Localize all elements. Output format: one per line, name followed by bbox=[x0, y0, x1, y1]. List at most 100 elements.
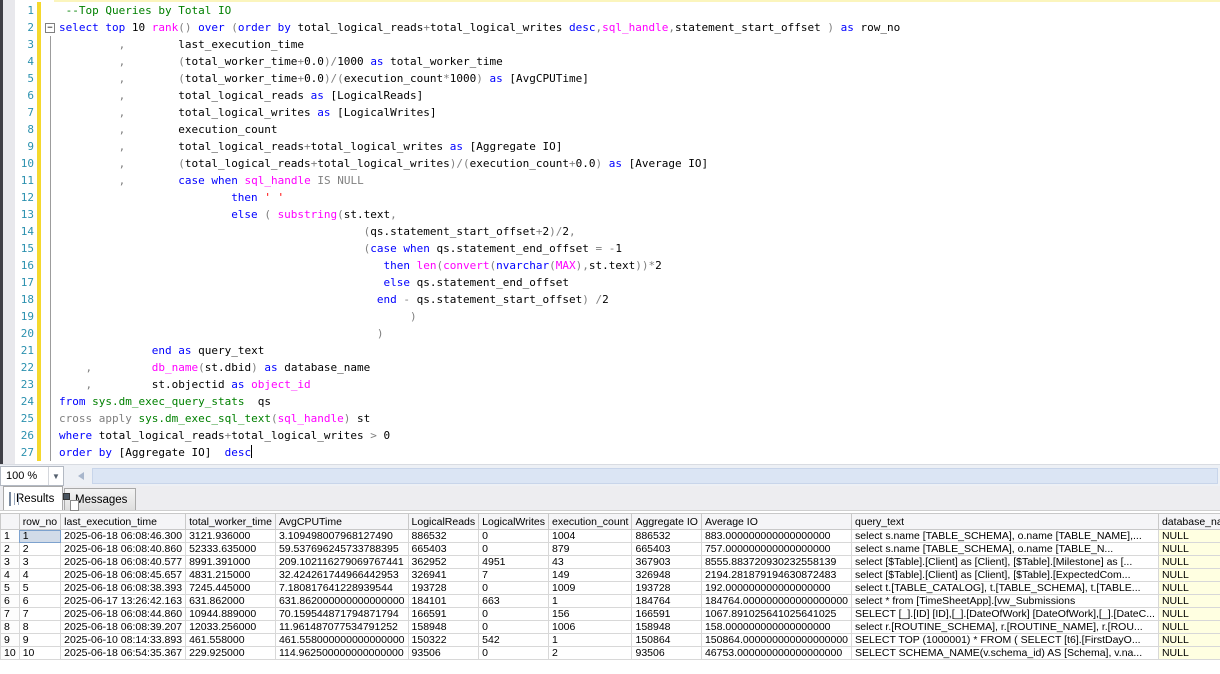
grid-cell[interactable]: 70.159544871794871794 bbox=[275, 608, 408, 621]
row-selector[interactable]: 5 bbox=[1, 582, 20, 595]
grid-cell[interactable]: 166591 bbox=[632, 608, 701, 621]
grid-cell[interactable]: 12033.256000 bbox=[186, 621, 276, 634]
grid-cell[interactable]: NULL bbox=[1158, 634, 1220, 647]
grid-cell[interactable]: 0 bbox=[479, 543, 549, 556]
grid-cell[interactable]: 166591 bbox=[408, 608, 479, 621]
grid-cell[interactable]: NULL bbox=[1158, 530, 1220, 543]
grid-cell[interactable]: 2 bbox=[19, 543, 60, 556]
grid-cell[interactable]: 4951 bbox=[479, 556, 549, 569]
grid-cell[interactable]: 879 bbox=[549, 543, 632, 556]
grid-cell[interactable]: 0 bbox=[479, 582, 549, 595]
grid-cell[interactable]: SELECT [_].[ID] [ID],[_].[DateOfWork] [D… bbox=[852, 608, 1159, 621]
tab-messages[interactable]: Messages bbox=[64, 488, 136, 510]
grid-cell[interactable]: 184764 bbox=[632, 595, 701, 608]
code-line[interactable]: 11 , case when sql_handle IS NULL bbox=[15, 172, 1220, 189]
grid-cell[interactable]: 93506 bbox=[408, 647, 479, 660]
line-number[interactable]: 4 bbox=[15, 53, 37, 70]
grid-cell[interactable]: NULL bbox=[1158, 595, 1220, 608]
grid-cell[interactable]: NULL bbox=[1158, 569, 1220, 582]
column-header-AvgCPUTime[interactable]: AvgCPUTime bbox=[275, 514, 408, 530]
code-line[interactable]: 26where total_logical_reads+total_logica… bbox=[15, 427, 1220, 444]
line-number[interactable]: 27 bbox=[15, 444, 37, 461]
grid-cell[interactable]: 542 bbox=[479, 634, 549, 647]
column-header-last_execution_time[interactable]: last_execution_time bbox=[61, 514, 186, 530]
grid-cell[interactable]: NULL bbox=[1158, 647, 1220, 660]
code-line[interactable]: 14 (qs.statement_start_offset+2)/2, bbox=[15, 223, 1220, 240]
line-number[interactable]: 7 bbox=[15, 104, 37, 121]
line-number[interactable]: 20 bbox=[15, 325, 37, 342]
grid-cell[interactable]: 150864 bbox=[632, 634, 701, 647]
grid-cell[interactable]: select * from [TimeSheetApp].[vw_Submiss… bbox=[852, 595, 1159, 608]
grid-cell[interactable]: 665403 bbox=[408, 543, 479, 556]
grid-cell[interactable]: 883.000000000000000000 bbox=[701, 530, 851, 543]
collapse-toggle-icon[interactable]: − bbox=[45, 23, 55, 33]
grid-cell[interactable]: 461.558000 bbox=[186, 634, 276, 647]
code-line[interactable]: 5 , (total_worker_time+0.0)/(execution_c… bbox=[15, 70, 1220, 87]
grid-cell[interactable]: 150864.000000000000000000 bbox=[701, 634, 851, 647]
grid-cell[interactable]: 665403 bbox=[632, 543, 701, 556]
grid-cell[interactable]: 2025-06-18 06:54:35.367 bbox=[61, 647, 186, 660]
code-line[interactable]: 17 else qs.statement_end_offset bbox=[15, 274, 1220, 291]
grid-cell[interactable]: 158948 bbox=[632, 621, 701, 634]
row-selector[interactable]: 2 bbox=[1, 543, 20, 556]
grid-cell[interactable]: 1 bbox=[549, 595, 632, 608]
horizontal-scrollbar-thumb[interactable] bbox=[92, 468, 1218, 484]
results-grid[interactable]: row_nolast_execution_timetotal_worker_ti… bbox=[0, 511, 1220, 674]
grid-cell[interactable]: 158948 bbox=[408, 621, 479, 634]
line-number[interactable]: 18 bbox=[15, 291, 37, 308]
line-number[interactable]: 9 bbox=[15, 138, 37, 155]
code-line[interactable]: 20 ) bbox=[15, 325, 1220, 342]
column-header-total_worker_time[interactable]: total_worker_time bbox=[186, 514, 276, 530]
column-header-Average IO[interactable]: Average IO bbox=[701, 514, 851, 530]
line-number[interactable]: 22 bbox=[15, 359, 37, 376]
grid-cell[interactable]: 2025-06-18 06:08:45.657 bbox=[61, 569, 186, 582]
grid-cell[interactable]: 2025-06-18 06:08:38.393 bbox=[61, 582, 186, 595]
grid-cell[interactable]: 158.000000000000000000 bbox=[701, 621, 851, 634]
code-line[interactable]: 6 , total_logical_reads as [LogicalReads… bbox=[15, 87, 1220, 104]
grid-cell[interactable]: 10 bbox=[19, 647, 60, 660]
code-line[interactable]: 3 , last_execution_time bbox=[15, 36, 1220, 53]
grid-cell[interactable]: 631.862000 bbox=[186, 595, 276, 608]
column-header-Aggregate IO[interactable]: Aggregate IO bbox=[632, 514, 701, 530]
column-header-execution_count[interactable]: execution_count bbox=[549, 514, 632, 530]
code-line[interactable]: 10 , (total_logical_reads+total_logical_… bbox=[15, 155, 1220, 172]
line-number[interactable]: 10 bbox=[15, 155, 37, 172]
grid-cell[interactable]: 7 bbox=[19, 608, 60, 621]
grid-cell[interactable]: select [$Table].[Client] as [Client], [$… bbox=[852, 569, 1159, 582]
code-line[interactable]: 9 , total_logical_reads+total_logical_wr… bbox=[15, 138, 1220, 155]
grid-cell[interactable]: 461.558000000000000000 bbox=[275, 634, 408, 647]
grid-cell[interactable]: 2025-06-18 06:08:44.860 bbox=[61, 608, 186, 621]
grid-cell[interactable]: 0 bbox=[479, 647, 549, 660]
line-number[interactable]: 17 bbox=[15, 274, 37, 291]
code-line[interactable]: 27order by [Aggregate IO] desc bbox=[15, 444, 1220, 461]
grid-cell[interactable]: 8555.883720930232558139 bbox=[701, 556, 851, 569]
code-line[interactable]: 19 ) bbox=[15, 308, 1220, 325]
grid-cell[interactable]: 2025-06-18 06:08:39.207 bbox=[61, 621, 186, 634]
grid-cell[interactable]: 4831.215000 bbox=[186, 569, 276, 582]
tab-results[interactable]: Results bbox=[3, 486, 63, 510]
grid-cell[interactable]: 886532 bbox=[632, 530, 701, 543]
grid-cell[interactable]: 7 bbox=[479, 569, 549, 582]
code-line[interactable]: 4 , (total_worker_time+0.0)/1000 as tota… bbox=[15, 53, 1220, 70]
column-header-query_text[interactable]: query_text bbox=[852, 514, 1159, 530]
grid-cell[interactable]: 193728 bbox=[408, 582, 479, 595]
grid-cell[interactable]: select s.name [TABLE_SCHEMA], o.name [TA… bbox=[852, 530, 1159, 543]
grid-cell[interactable]: 631.862000000000000000 bbox=[275, 595, 408, 608]
code-line[interactable]: 12 then ' ' bbox=[15, 189, 1220, 206]
grid-cell[interactable]: 4 bbox=[19, 569, 60, 582]
line-number[interactable]: 3 bbox=[15, 36, 37, 53]
row-selector[interactable]: 10 bbox=[1, 647, 20, 660]
code-line[interactable]: 16 then len(convert(nvarchar(MAX),st.tex… bbox=[15, 257, 1220, 274]
code-line[interactable]: 23 , st.objectid as object_id bbox=[15, 376, 1220, 393]
grid-cell[interactable]: NULL bbox=[1158, 621, 1220, 634]
grid-cell[interactable]: 8 bbox=[19, 621, 60, 634]
grid-cell[interactable]: 0 bbox=[479, 608, 549, 621]
line-number[interactable]: 1 bbox=[15, 2, 37, 19]
grid-cell[interactable]: 326948 bbox=[632, 569, 701, 582]
grid-cell[interactable]: NULL bbox=[1158, 556, 1220, 569]
line-number[interactable]: 23 bbox=[15, 376, 37, 393]
line-number[interactable]: 21 bbox=[15, 342, 37, 359]
grid-cell[interactable]: NULL bbox=[1158, 582, 1220, 595]
grid-cell[interactable]: 3 bbox=[19, 556, 60, 569]
line-number[interactable]: 11 bbox=[15, 172, 37, 189]
